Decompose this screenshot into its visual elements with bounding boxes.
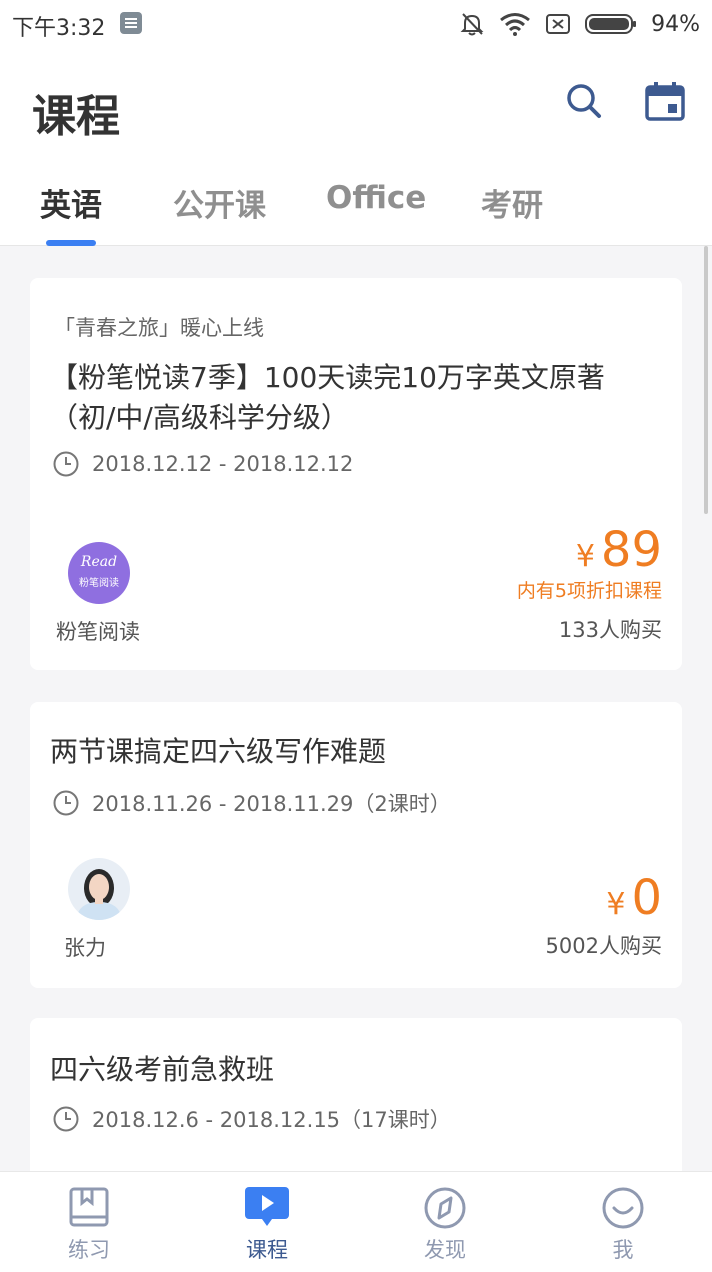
nav-course[interactable]: 课程	[207, 1172, 327, 1272]
search-button[interactable]	[565, 82, 603, 120]
play-icon	[245, 1187, 289, 1226]
avatar-logo-text: Read	[80, 554, 118, 570]
course-date: 2018.11.26 - 2018.11.29（2课时）	[92, 792, 451, 816]
course-card[interactable]: 「青春之旅」暖心上线 【粉笔悦读7季】100天读完10万字英文原著（初/中/高级…	[30, 278, 682, 670]
person-photo-icon	[76, 869, 122, 920]
course-title: 【粉笔悦读7季】100天读完10万字英文原著（初/中/高级科学分级）	[50, 361, 605, 434]
page-title: 课程	[32, 91, 120, 142]
calendar-icon	[645, 82, 685, 121]
clock-icon	[53, 790, 79, 816]
price: ¥ 89	[576, 522, 662, 578]
nav-me[interactable]: 我	[563, 1172, 683, 1272]
currency-symbol: ¥	[606, 887, 626, 922]
tab-english[interactable]: 英语	[40, 180, 102, 225]
mute-bell-icon	[459, 11, 485, 37]
scrollbar[interactable]	[704, 246, 708, 514]
course-date-row: 2018.12.6 - 2018.12.15（17课时）	[52, 1104, 451, 1134]
course-date: 2018.12.6 - 2018.12.15（17课时）	[92, 1108, 451, 1132]
buyer-count: 5002人购买	[545, 934, 662, 958]
avatar-logo-subtext: 粉笔阅读	[79, 578, 119, 589]
category-tabs: 英语 公开课 Office 考研	[0, 170, 712, 246]
author-name: 张力	[64, 936, 106, 960]
notification-app-icon	[120, 12, 142, 34]
course-title: 四六级考前急救班	[50, 1053, 275, 1086]
battery-percent: 94%	[651, 11, 700, 37]
nav-label: 练习	[68, 1238, 110, 1262]
battery-icon	[585, 13, 637, 35]
nav-label: 课程	[246, 1238, 288, 1262]
avatar[interactable]	[68, 858, 130, 920]
bottom-nav: 练习 课程 发现 我	[0, 1171, 712, 1272]
course-card[interactable]: 四六级考前急救班 2018.12.6 - 2018.12.15（17课时）	[30, 1018, 682, 1171]
clock-icon	[53, 1106, 79, 1132]
author-name: 粉笔阅读	[56, 620, 140, 644]
nav-label: 我	[612, 1238, 634, 1262]
status-bar: 下午3:32 94%	[0, 0, 712, 50]
price-value: 89	[600, 522, 662, 578]
discount-note: 内有5项折扣课程	[516, 580, 662, 602]
calendar-button[interactable]	[644, 80, 686, 122]
tab-indicator	[46, 240, 96, 246]
top-area: 下午3:32 94% 课程 英语 公开课 Office 考研	[0, 0, 712, 246]
nav-discover[interactable]: 发现	[385, 1172, 505, 1272]
status-time: 下午3:32	[12, 16, 106, 41]
no-sim-icon	[545, 13, 571, 35]
currency-symbol: ¥	[575, 539, 595, 574]
course-date-row: 2018.12.12 - 2018.12.12	[52, 450, 353, 478]
course-card[interactable]: 两节课搞定四六级写作难题 2018.11.26 - 2018.11.29（2课时…	[30, 702, 682, 988]
clock-icon	[53, 451, 79, 477]
tab-public-course[interactable]: 公开课	[173, 180, 266, 225]
nav-practice[interactable]: 练习	[29, 1172, 149, 1272]
buyer-count: 133人购买	[558, 618, 662, 642]
avatar[interactable]: Read 粉笔阅读	[68, 542, 130, 604]
tab-office[interactable]: Office	[326, 180, 426, 216]
price-value: 0	[631, 870, 662, 926]
course-tag: 「青春之旅」暖心上线	[54, 316, 264, 340]
profile-smile-icon	[602, 1187, 644, 1229]
compass-icon	[424, 1187, 466, 1229]
nav-label: 发现	[424, 1238, 466, 1262]
status-icons: 94%	[445, 10, 700, 38]
course-title: 两节课搞定四六级写作难题	[50, 735, 387, 768]
wifi-icon	[499, 12, 531, 36]
course-date-row: 2018.11.26 - 2018.11.29（2课时）	[52, 788, 451, 818]
tab-postgraduate[interactable]: 考研	[481, 180, 543, 225]
course-date: 2018.12.12 - 2018.12.12	[92, 452, 354, 476]
practice-book-icon	[69, 1187, 109, 1227]
price: ¥ 0	[606, 870, 662, 926]
search-icon	[567, 84, 601, 118]
